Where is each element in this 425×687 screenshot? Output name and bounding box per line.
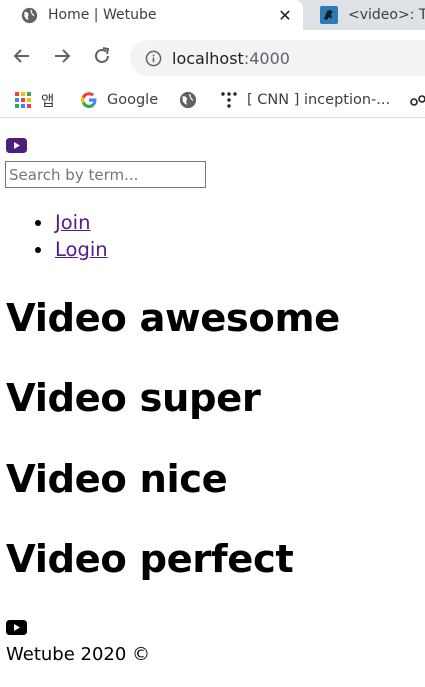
tab-title: <video>: Th [348,7,425,23]
back-arrow-icon[interactable] [9,42,35,70]
bookmark-globe[interactable] [178,88,206,112]
nav-item-join: Join [0,209,108,236]
address-host: localhost [172,48,244,68]
address-port: :4000 [243,48,290,68]
bookmark-overflow[interactable] [408,88,425,112]
tab-video-docs[interactable]: <video>: Th [304,0,425,30]
google-icon [79,90,99,110]
reload-icon[interactable] [89,42,115,70]
bookmark-cnn-inception[interactable]: [ CNN ] inception-... [219,88,390,112]
video-title: Video awesome [6,296,340,341]
browser-toolbar: localhost:4000 [0,30,425,82]
bookmark-label: [ CNN ] inception-... [247,92,391,108]
tab-title: Home | Wetube [48,7,157,23]
join-link[interactable]: Join [55,211,90,234]
bookmark-label: 앱 [41,93,55,110]
apps-grid-icon [13,90,33,110]
bookmark-label: Google [107,92,159,108]
address-bar[interactable]: localhost:4000 [130,40,425,76]
search-input[interactable] [5,161,206,188]
nav-item-login: Login [0,236,108,263]
youtube-icon [6,620,27,635]
footer-copyright: Wetube 2020 © [6,644,151,665]
forward-arrow-icon[interactable] [49,42,75,70]
video-title: Video super [6,376,261,421]
globe-icon [20,6,38,24]
video-title: Video perfect [6,537,294,582]
bookmark-google[interactable]: Google [79,88,158,112]
login-link[interactable]: Login [55,238,108,261]
dots-icon [219,90,239,110]
browser-tab-strip: Home | Wetube ✕ <video>: Th [0,0,425,30]
mdn-dino-icon [320,6,338,24]
video-title: Video nice [6,457,228,502]
info-icon[interactable] [144,49,162,67]
nav-list: Join Login [0,209,108,263]
youtube-icon[interactable] [6,138,27,153]
glasses-icon [408,90,425,110]
tab-home-wetube[interactable]: Home | Wetube ✕ [0,0,303,30]
close-tab-icon[interactable]: ✕ [275,6,295,25]
globe-icon [178,90,198,110]
bookmark-apps[interactable]: 앱 [13,88,54,112]
bookmarks-bar: 앱 Google [ CNN ] inception-... [0,82,425,118]
